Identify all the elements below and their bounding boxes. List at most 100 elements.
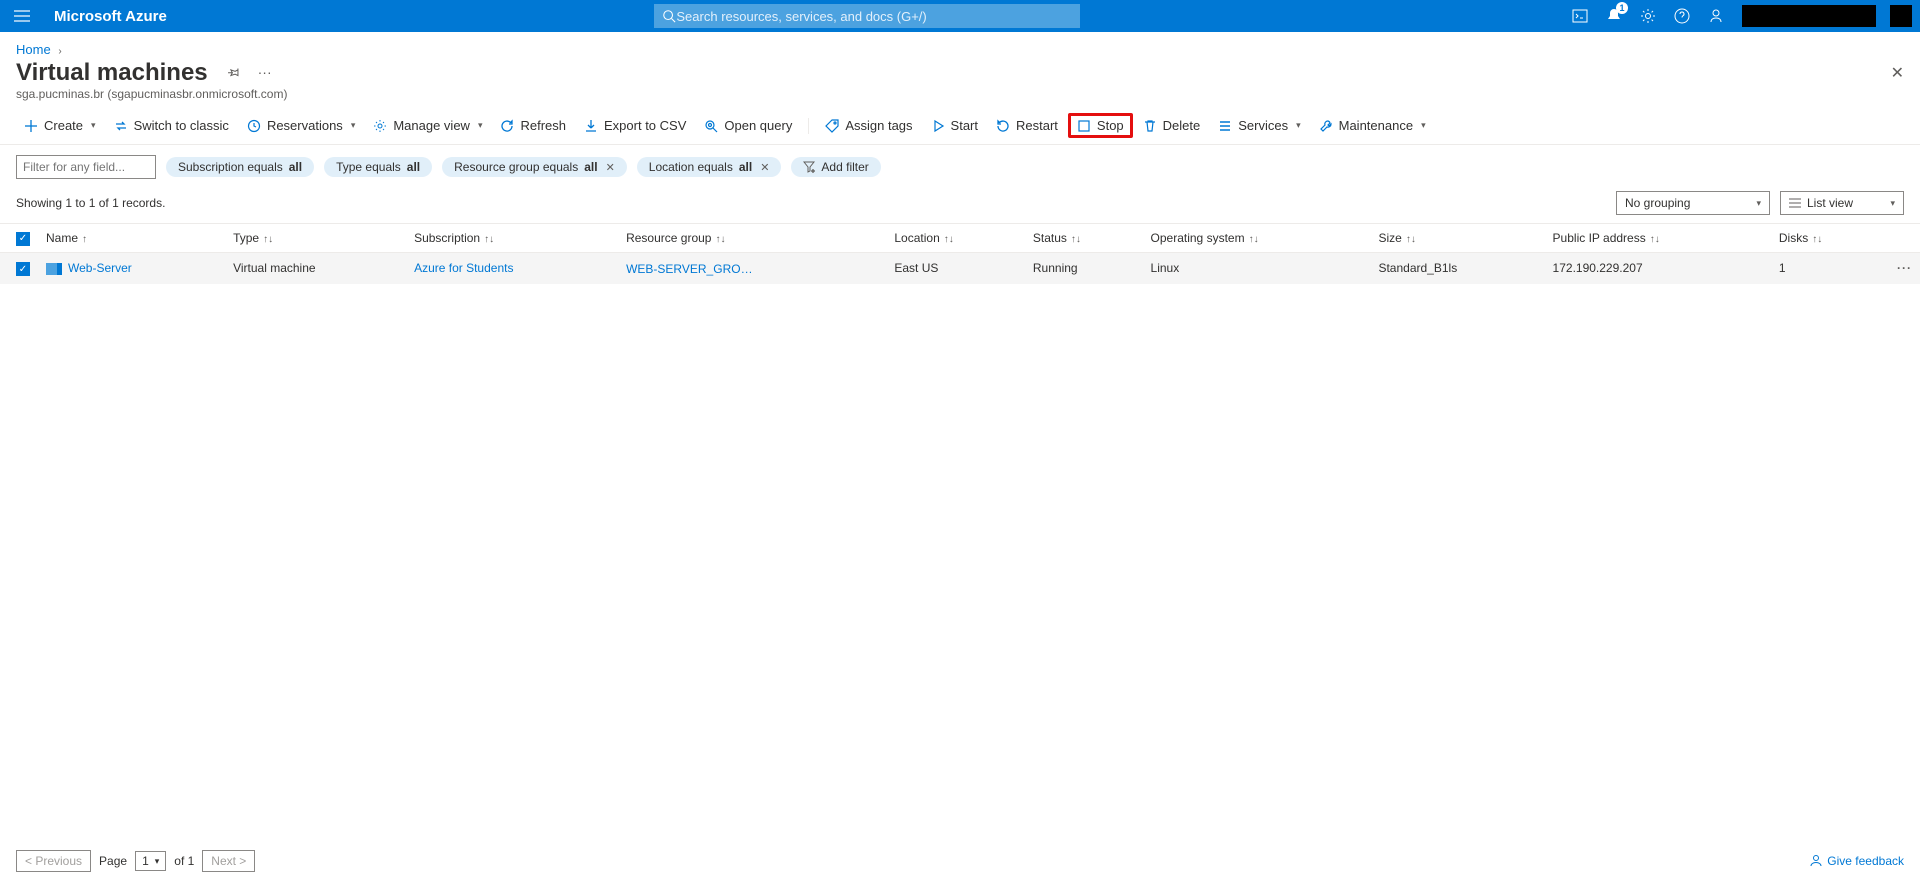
cell-os: Linux — [1143, 252, 1371, 284]
reservations-label: Reservations — [267, 118, 343, 133]
col-size[interactable]: Size↑↓ — [1370, 224, 1544, 253]
more-actions-icon[interactable]: ··· — [258, 64, 272, 80]
command-separator — [808, 118, 809, 134]
row-more-icon[interactable]: ··· — [1880, 252, 1920, 284]
col-disks[interactable]: Disks↑↓ — [1771, 224, 1880, 253]
reservations-button[interactable]: Reservations▾ — [239, 114, 363, 137]
cell-disks: 1 — [1771, 252, 1880, 284]
breadcrumb-home[interactable]: Home — [16, 42, 51, 57]
search-wrap — [167, 4, 1568, 28]
assign-tags-label: Assign tags — [845, 118, 912, 133]
create-button[interactable]: Create▾ — [16, 114, 104, 137]
open-query-button[interactable]: Open query — [696, 114, 800, 137]
manage-view-button[interactable]: Manage view▾ — [365, 114, 490, 137]
add-filter-label: Add filter — [821, 160, 868, 174]
grouping-label: No grouping — [1625, 196, 1690, 210]
switch-classic-button[interactable]: Switch to classic — [106, 114, 237, 137]
maintenance-label: Maintenance — [1339, 118, 1413, 133]
maintenance-button[interactable]: Maintenance▾ — [1311, 114, 1434, 137]
col-os[interactable]: Operating system↑↓ — [1143, 224, 1371, 253]
close-icon[interactable]: ✕ — [1891, 63, 1904, 83]
remove-filter-icon[interactable]: ✕ — [606, 161, 615, 174]
page-select[interactable]: 1▾ — [135, 851, 166, 871]
notification-badge: 1 — [1616, 2, 1628, 14]
hamburger-icon[interactable] — [8, 2, 36, 30]
services-button[interactable]: Services▾ — [1210, 114, 1308, 137]
table-row[interactable]: ✓ Web-Server Virtual machine Azure for S… — [0, 252, 1920, 284]
create-label: Create — [44, 118, 83, 133]
export-csv-button[interactable]: Export to CSV — [576, 114, 694, 137]
topbar-right: 1 — [1568, 4, 1912, 28]
cell-size: Standard_B1ls — [1370, 252, 1544, 284]
col-resource-group[interactable]: Resource group↑↓ — [618, 224, 886, 253]
col-status[interactable]: Status↑↓ — [1025, 224, 1143, 253]
search-icon — [662, 9, 676, 23]
cell-location: East US — [886, 252, 1025, 284]
vm-icon — [46, 263, 62, 275]
delete-label: Delete — [1163, 118, 1201, 133]
row-checkbox[interactable]: ✓ — [16, 262, 30, 276]
help-icon[interactable] — [1670, 4, 1694, 28]
stop-button[interactable]: Stop — [1068, 113, 1133, 138]
stop-label: Stop — [1097, 118, 1124, 133]
delete-button[interactable]: Delete — [1135, 114, 1209, 137]
export-csv-label: Export to CSV — [604, 118, 686, 133]
account-redacted[interactable] — [1742, 5, 1876, 27]
filter-location[interactable]: Location equals all ✕ — [637, 157, 782, 177]
cell-public-ip: 172.190.229.207 — [1545, 252, 1771, 284]
col-name[interactable]: Name↑ — [38, 224, 225, 253]
refresh-button[interactable]: Refresh — [492, 114, 574, 137]
filter-subscription-value: all — [289, 160, 302, 174]
vm-table: ✓ Name↑ Type↑↓ Subscription↑↓ Resource g… — [0, 223, 1920, 284]
cell-status: Running — [1025, 252, 1143, 284]
col-location[interactable]: Location↑↓ — [886, 224, 1025, 253]
view-dropdown[interactable]: List view▾ — [1780, 191, 1904, 215]
filter-rg-prefix: Resource group equals — [454, 160, 578, 174]
refresh-label: Refresh — [520, 118, 566, 133]
cloud-shell-icon[interactable] — [1568, 4, 1592, 28]
filter-type[interactable]: Type equals all — [324, 157, 432, 177]
filter-resource-group[interactable]: Resource group equals all ✕ — [442, 157, 627, 177]
of-label: of 1 — [174, 854, 194, 868]
switch-classic-label: Switch to classic — [134, 118, 229, 133]
filter-rg-value: all — [584, 160, 597, 174]
chevron-right-icon: › — [58, 46, 61, 57]
restart-button[interactable]: Restart — [988, 114, 1066, 137]
notifications-icon[interactable]: 1 — [1602, 4, 1626, 28]
filter-loc-value: all — [739, 160, 752, 174]
remove-filter-icon[interactable]: ✕ — [760, 161, 769, 174]
services-label: Services — [1238, 118, 1288, 133]
footer: < Previous Page 1▾ of 1 Next > Give feed… — [0, 850, 1920, 872]
col-subscription[interactable]: Subscription↑↓ — [406, 224, 618, 253]
avatar-redacted[interactable] — [1890, 5, 1912, 27]
next-button[interactable]: Next > — [202, 850, 255, 872]
command-bar: Create▾ Switch to classic Reservations▾ … — [0, 107, 1920, 145]
col-public-ip[interactable]: Public IP address↑↓ — [1545, 224, 1771, 253]
cell-type: Virtual machine — [225, 252, 406, 284]
add-filter-button[interactable]: Add filter — [791, 157, 880, 177]
brand-label[interactable]: Microsoft Azure — [54, 8, 167, 25]
filter-input[interactable] — [16, 155, 156, 179]
col-type[interactable]: Type↑↓ — [225, 224, 406, 253]
grouping-dropdown[interactable]: No grouping▾ — [1616, 191, 1770, 215]
settings-icon[interactable] — [1636, 4, 1660, 28]
feedback-label: Give feedback — [1827, 854, 1904, 868]
vm-name-link[interactable]: Web-Server — [68, 261, 132, 275]
search-input[interactable] — [676, 9, 1072, 24]
page-label: Page — [99, 854, 127, 868]
start-button[interactable]: Start — [923, 114, 986, 137]
records-summary: Showing 1 to 1 of 1 records. No grouping… — [0, 185, 1920, 223]
resource-group-link[interactable]: WEB-SERVER_GROUP_042… — [626, 262, 756, 276]
select-all-checkbox[interactable]: ✓ — [16, 232, 30, 246]
filter-subscription[interactable]: Subscription equals all — [166, 157, 314, 177]
pin-icon[interactable] — [226, 65, 240, 79]
prev-button[interactable]: < Previous — [16, 850, 91, 872]
give-feedback-button[interactable]: Give feedback — [1809, 854, 1904, 868]
global-search[interactable] — [654, 4, 1080, 28]
subscription-link[interactable]: Azure for Students — [414, 261, 513, 275]
assign-tags-button[interactable]: Assign tags — [817, 114, 920, 137]
filter-subscription-prefix: Subscription equals — [178, 160, 283, 174]
pager: < Previous Page 1▾ of 1 Next > — [16, 850, 255, 872]
page-header: Virtual machines ··· ✕ — [0, 57, 1920, 87]
feedback-icon[interactable] — [1704, 4, 1728, 28]
